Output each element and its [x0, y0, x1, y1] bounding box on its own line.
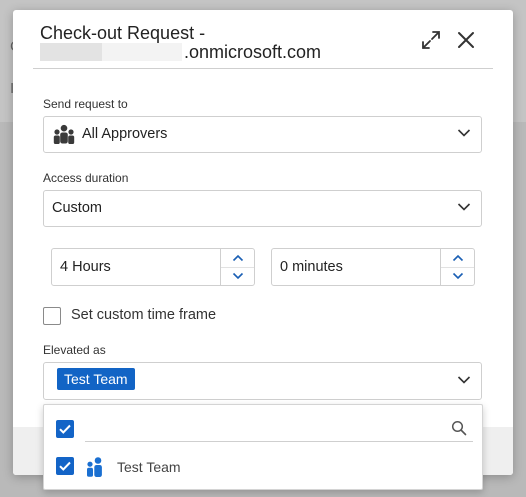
expand-button[interactable]	[419, 28, 443, 52]
expand-arrows-icon	[422, 31, 440, 49]
send-request-select[interactable]: All Approvers	[43, 116, 482, 153]
chevron-down-icon	[232, 272, 244, 280]
group-people-icon	[53, 124, 75, 144]
hours-value: 4 Hours	[60, 259, 111, 275]
checkmark-icon	[59, 424, 71, 434]
select-all-checkbox[interactable]	[56, 420, 74, 438]
elevated-as-dropdown: Test Team	[43, 404, 483, 490]
chevron-down-icon	[457, 129, 471, 137]
elevated-as-tag[interactable]: Test Team	[57, 368, 135, 390]
minutes-value: 0 minutes	[280, 259, 343, 275]
access-duration-select[interactable]: Custom	[43, 190, 482, 227]
redacted-block	[102, 43, 182, 61]
close-button[interactable]	[454, 28, 478, 52]
send-request-value: All Approvers	[82, 126, 168, 142]
checkmark-icon	[59, 461, 71, 471]
minutes-decrement-button[interactable]	[441, 267, 474, 285]
elevated-as-label: Elevated as	[43, 343, 106, 357]
dialog-title-domain: .onmicrosoft.com	[40, 42, 321, 64]
dropdown-option[interactable]: Test Team	[44, 452, 482, 482]
option-label: Test Team	[117, 459, 181, 475]
minutes-stepper[interactable]: 0 minutes	[271, 248, 475, 286]
custom-time-frame-label: Set custom time frame	[71, 307, 217, 323]
chevron-up-icon	[452, 254, 464, 262]
custom-time-frame-checkbox[interactable]	[43, 307, 61, 325]
search-icon[interactable]	[451, 420, 467, 436]
hours-stepper-buttons	[220, 249, 254, 285]
option-checkbox[interactable]	[56, 457, 74, 475]
access-duration-value: Custom	[52, 200, 102, 216]
dialog-title-domain-suffix: .onmicrosoft.com	[184, 42, 322, 62]
minutes-increment-button[interactable]	[441, 249, 474, 268]
redacted-block	[40, 43, 102, 61]
chevron-up-icon	[232, 254, 244, 262]
dialog-title: Check-out Request -	[40, 23, 206, 43]
chevron-down-icon	[457, 376, 471, 384]
send-request-label: Send request to	[43, 97, 128, 111]
chevron-down-icon	[457, 203, 471, 211]
hours-increment-button[interactable]	[221, 249, 254, 268]
title-divider	[33, 68, 493, 69]
hours-stepper[interactable]: 4 Hours	[51, 248, 255, 286]
dropdown-search	[85, 417, 473, 442]
group-people-icon	[87, 457, 102, 477]
dropdown-search-input[interactable]	[85, 417, 435, 439]
hours-decrement-button[interactable]	[221, 267, 254, 285]
close-x-icon	[458, 32, 474, 48]
chevron-down-icon	[452, 272, 464, 280]
minutes-stepper-buttons	[440, 249, 474, 285]
access-duration-label: Access duration	[43, 171, 129, 185]
